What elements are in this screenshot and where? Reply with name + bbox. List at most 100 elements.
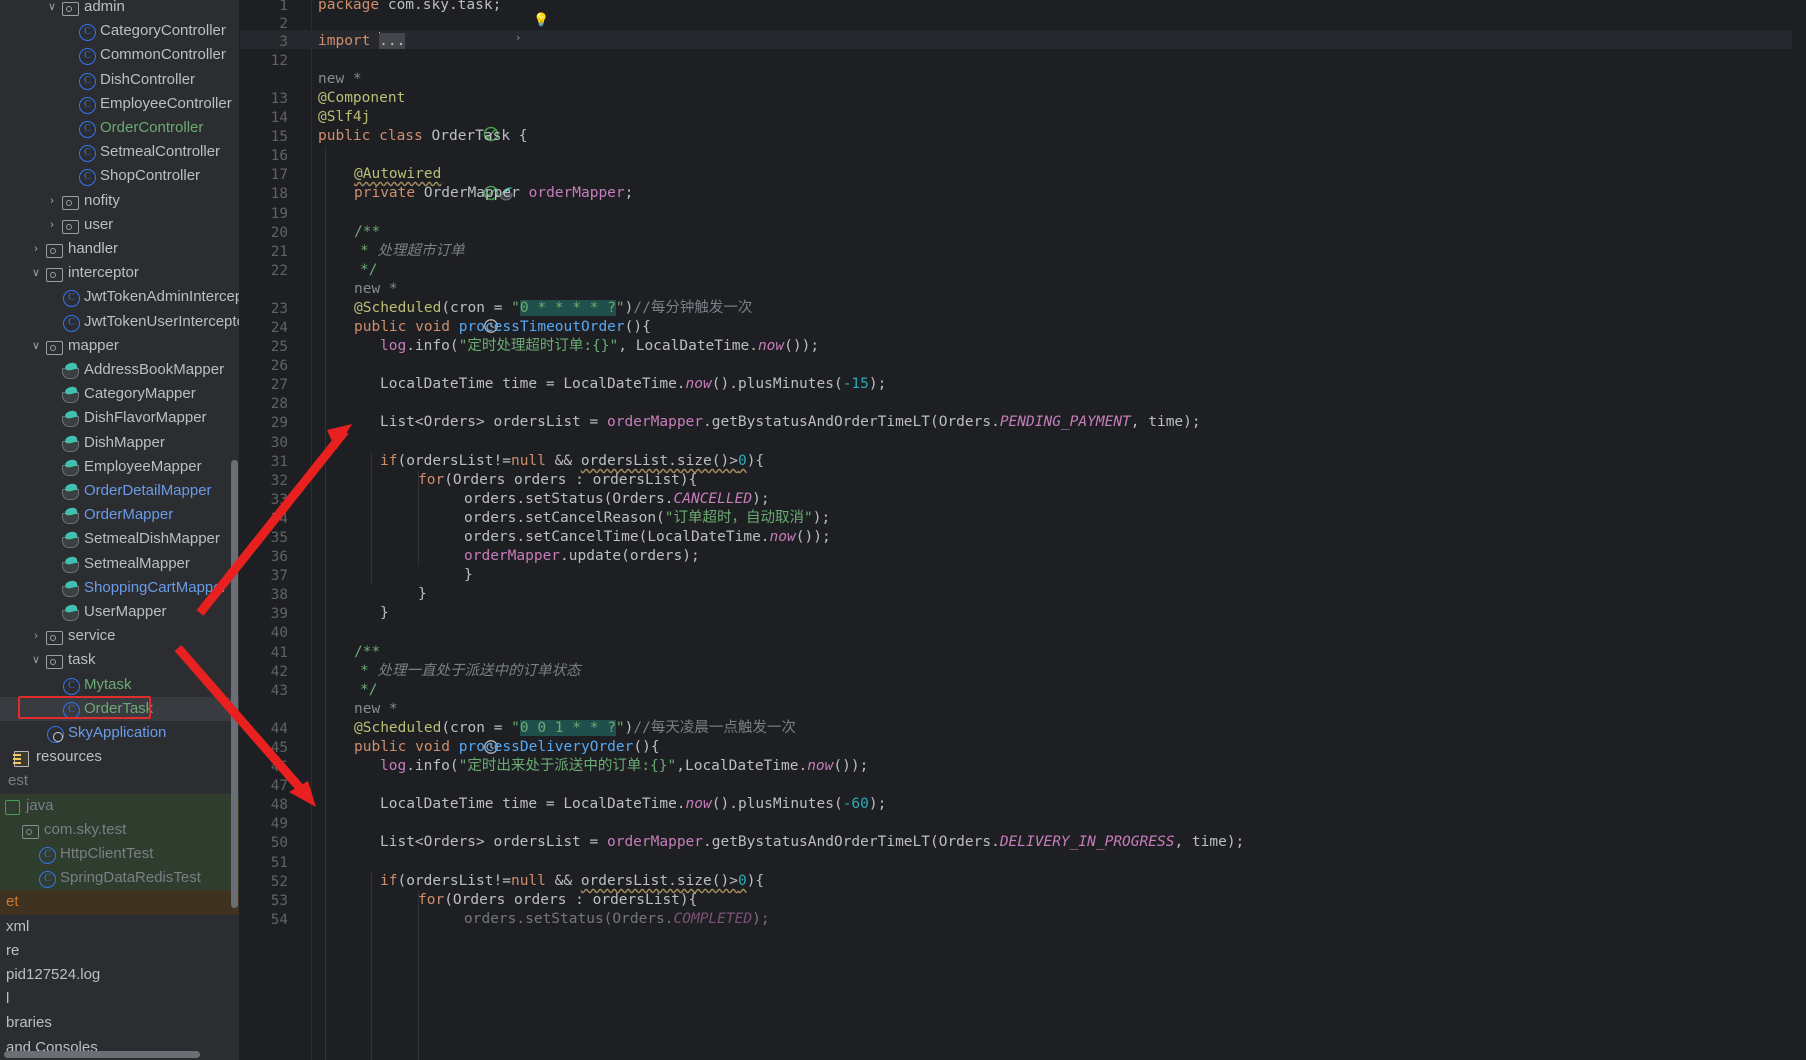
tree-item-setmealmapper[interactable]: SetmealMapper [0, 552, 240, 576]
tree-item-springdataredistest[interactable]: SpringDataRedisTest [0, 866, 240, 891]
tree-item-label: SetmealController [100, 143, 221, 161]
tree-item-setmealcontroller[interactable]: SetmealController [0, 140, 240, 164]
inlay-hint-new: new * [354, 701, 398, 717]
code-line-24: public void processTimeoutOrder(){ [354, 319, 651, 335]
tree-item-braries[interactable]: braries [0, 1011, 240, 1035]
line-number: 2 [279, 16, 288, 32]
tree-item-jwttokenuserinterceptor[interactable]: JwtTokenUserInterceptor [0, 310, 240, 334]
chevron-down-icon[interactable]: ∨ [28, 648, 44, 672]
editor-right-margin [1792, 0, 1806, 1060]
line-number: 51 [270, 855, 288, 871]
code-editor[interactable]: 1 2 3 12 13 14 15 16 17 18 19 20 21 22 23 24 25 26 27 28 29 3… [240, 0, 1806, 1060]
code-line-25: log.info("定时处理超时订单:{}", LocalDateTime.no… [380, 338, 820, 354]
sidebar-vertical-scrollbar[interactable] [231, 460, 238, 908]
tree-item-est[interactable]: est [0, 769, 240, 793]
line-number: 47 [270, 778, 288, 794]
tree-item-skyapplication[interactable]: SkyApplication [0, 721, 240, 745]
tree-item-user[interactable]: › user [0, 213, 240, 237]
tree-item-commoncontroller[interactable]: CommonController [0, 43, 240, 67]
tree-item-addressbookmapper[interactable]: AddressBookMapper [0, 358, 240, 382]
tree-item-usermapper[interactable]: UserMapper [0, 600, 240, 624]
tree-item-label: SetmealDishMapper [84, 530, 220, 548]
tree-item-label: resources [36, 748, 102, 766]
tree-item-ordermapper[interactable]: OrderMapper [0, 503, 240, 527]
code-line-43: */ [360, 682, 378, 698]
tree-item-dishflavormapper[interactable]: DishFlavorMapper [0, 406, 240, 430]
line-number: 19 [270, 206, 288, 222]
tree-item-jwttokenadmininterceptor[interactable]: JwtTokenAdminInterceptor [0, 285, 240, 309]
inlay-hint-new: new * [318, 71, 362, 87]
mapper-icon [60, 602, 80, 622]
tree-item-dishmapper[interactable]: DishMapper [0, 431, 240, 455]
tree-item-mytask[interactable]: Mytask [0, 673, 240, 697]
chevron-down-icon[interactable]: ∨ [28, 261, 44, 285]
chevron-right-icon[interactable]: › [44, 189, 60, 213]
tree-item-categorycontroller[interactable]: CategoryController [0, 19, 240, 43]
tree-item-label: ShoppingCartMapper [84, 578, 227, 596]
tree-item-resources[interactable]: resources [0, 745, 240, 769]
tree-item-ordercontroller[interactable]: OrderController [0, 116, 240, 140]
class-icon [60, 287, 80, 308]
tree-item-admin[interactable]: ∨ admin [0, 0, 240, 19]
tree-item-ordertask[interactable]: OrderTask [0, 696, 240, 721]
tree-item-service[interactable]: › service [0, 624, 240, 648]
class-icon [60, 675, 80, 695]
tree-item-shopcontroller[interactable]: ShopController [0, 164, 240, 188]
sidebar-horizontal-scrollbar[interactable] [4, 1051, 200, 1058]
chevron-right-icon[interactable]: › [28, 237, 44, 261]
tree-item-label: l [6, 990, 10, 1008]
tree-item-categorymapper[interactable]: CategoryMapper [0, 382, 240, 406]
chevron-down-icon[interactable]: ∨ [28, 334, 44, 358]
tree-item-interceptor[interactable]: ∨ interceptor [0, 261, 240, 285]
line-number: 12 [270, 53, 288, 69]
tree-item-mapper[interactable]: ∨ mapper [0, 334, 240, 358]
project-tool-window[interactable]: ∨ admin CategoryController CommonController… [0, 0, 240, 1060]
tree-item-com-sky-test[interactable]: com.sky.test [0, 817, 240, 842]
tree-item-label: pid127524.log [6, 966, 101, 983]
tree-item-label: braries [6, 1014, 52, 1032]
tree-item-httpclienttest[interactable]: HttpClientTest [0, 842, 240, 867]
source-java-icon [2, 796, 22, 816]
chevron-down-icon[interactable]: ∨ [44, 0, 60, 19]
tree-item-label: SpringDataRedisTest [60, 869, 201, 887]
tree-item-orderdetailmapper[interactable]: OrderDetailMapper [0, 479, 240, 503]
tree-item-pid127524-log[interactable]: pid127524.log [0, 963, 240, 987]
class-icon [76, 166, 96, 187]
tree-item-label: JwtTokenUserInterceptor [84, 312, 240, 330]
tree-item-et[interactable]: et [0, 890, 240, 915]
tree-item-task[interactable]: ∨ task [0, 648, 240, 672]
tree-item-label: mapper [68, 336, 119, 354]
tree-item-shoppingcartmapper[interactable]: ShoppingCartMapper [0, 576, 240, 600]
class-icon [60, 312, 80, 332]
chevron-right-icon[interactable]: › [44, 213, 60, 237]
code-line-35: orders.setCancelTime(LocalDateTime.now()… [464, 529, 831, 545]
code-line-29: List<Orders> ordersList = orderMapper.ge… [380, 414, 1201, 430]
folder-icon [60, 215, 80, 235]
tree-item-handler[interactable]: › handler [0, 237, 240, 261]
tree-item-setmealdishmapper[interactable]: SetmealDishMapper [0, 527, 240, 551]
code-line-3[interactable]: import ... [318, 32, 406, 51]
tree-item-re[interactable]: re [0, 939, 240, 963]
tree-item-label: user [84, 215, 114, 233]
code-line-54: orders.setStatus(Orders.COMPLETED); [464, 911, 770, 927]
tree-item-nofity[interactable]: › nofity [0, 189, 240, 213]
tree-item-employeemapper[interactable]: EmployeeMapper [0, 455, 240, 479]
class-icon [36, 868, 56, 889]
cron-expression-1: 0 * * * * ? [519, 300, 616, 316]
tree-item-xml[interactable]: xml [0, 915, 240, 939]
editor-code-area[interactable]: 1 2 3 12 13 14 15 16 17 18 19 20 21 22 23 24 25 26 27 28 29 3… [240, 0, 1806, 1060]
tree-item-label: xml [6, 917, 30, 935]
mapper-icon [60, 554, 80, 574]
code-line-20: /** [354, 224, 381, 240]
tree-item-java[interactable]: java [0, 793, 240, 818]
tree-item-label: CategoryController [100, 22, 226, 40]
tree-item-label: SetmealMapper [84, 554, 190, 572]
chevron-right-icon[interactable]: › [28, 624, 44, 648]
tree-item-label: com.sky.test [44, 820, 127, 838]
code-line-22: */ [360, 262, 378, 278]
tree-item-label: ShopController [100, 167, 201, 185]
tree-item-l[interactable]: l [0, 987, 240, 1011]
line-number: 49 [270, 816, 288, 832]
tree-item-employeecontroller[interactable]: EmployeeController [0, 92, 240, 116]
tree-item-dishcontroller[interactable]: DishController [0, 68, 240, 92]
